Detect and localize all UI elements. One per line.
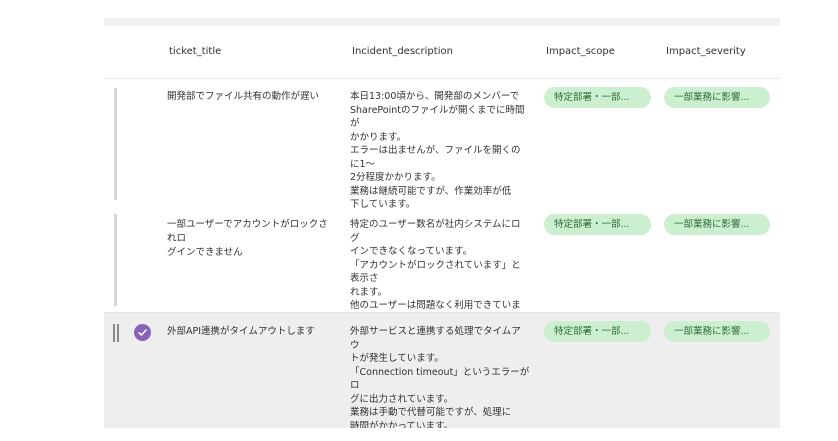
table-row-selected[interactable]: 外部API連携がタイムアウトします 外部サービスと連携する処理でタイムアウ トが…: [104, 313, 780, 428]
column-header-impact-severity[interactable]: Impact_severity: [666, 26, 746, 78]
table-top-bar: [104, 18, 780, 26]
row-drag-bar[interactable]: [114, 88, 117, 200]
incident-description-cell: 外部サービスと連携する処理でタイムアウ トが発生しています。 「Connecti…: [350, 326, 530, 428]
impact-severity-pill[interactable]: 一部業務に影響...: [664, 321, 770, 342]
table-header: ticket_title Incident_description Impact…: [104, 26, 780, 79]
column-header-impact-scope[interactable]: Impact_scope: [546, 26, 615, 78]
ticket-title-cell: 外部API連携がタイムアウトします: [167, 326, 315, 337]
table-row[interactable]: 開発部でファイル共有の動作が遅い 本日13:00頃から、開発部のメンバーで Sh…: [104, 80, 780, 210]
row-drag-bar[interactable]: [114, 214, 117, 306]
ticket-title-cell: 一部ユーザーでアカウントがロックされロ グインできません: [167, 219, 328, 258]
incident-description-cell: 特定のユーザー数名が社内システムにログ インできなくなっています。 「アカウント…: [350, 219, 521, 325]
impact-severity-pill[interactable]: 一部業務に影響...: [664, 214, 770, 235]
ticket-title-cell: 開発部でファイル共有の動作が遅い: [167, 91, 320, 102]
impact-severity-pill[interactable]: 一部業務に影響...: [664, 87, 770, 108]
incident-description-cell: 本日13:00頃から、開発部のメンバーで SharePointのファイルが開くま…: [350, 91, 525, 210]
column-header-incident-description[interactable]: Incident_description: [352, 26, 453, 78]
data-table: ticket_title Incident_description Impact…: [104, 18, 780, 428]
table-row[interactable]: 一部ユーザーでアカウントがロックされロ グインできません 特定のユーザー数名が社…: [104, 208, 780, 325]
impact-scope-pill[interactable]: 特定部署・一部...: [544, 321, 651, 342]
impact-scope-pill[interactable]: 特定部署・一部...: [544, 214, 651, 235]
drag-handle-icon[interactable]: [113, 324, 119, 342]
impact-scope-pill[interactable]: 特定部署・一部...: [544, 87, 651, 108]
checkmark-circle-icon[interactable]: [134, 324, 151, 341]
column-header-ticket-title[interactable]: ticket_title: [169, 26, 221, 78]
